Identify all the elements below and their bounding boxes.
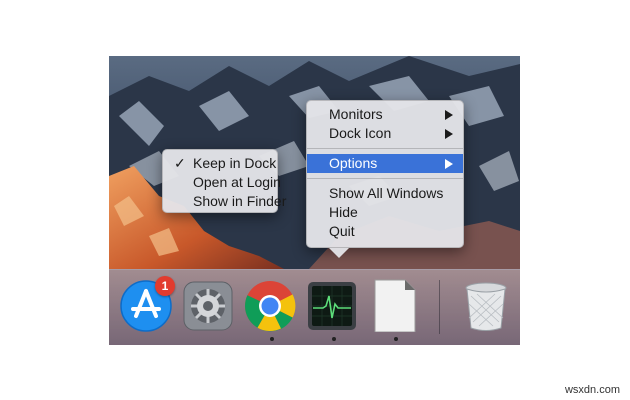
menu-item-label: Hide — [329, 204, 358, 220]
dock-item-activity-monitor[interactable] — [305, 278, 359, 332]
menu-separator — [307, 148, 463, 149]
dock-separator — [439, 280, 440, 334]
notification-badge: 1 — [155, 276, 175, 296]
submenu-item-open-at-login[interactable]: Open at Login — [163, 173, 281, 192]
menu-item-monitors[interactable]: Monitors — [307, 105, 463, 124]
submenu-item-keep-in-dock[interactable]: ✓ Keep in Dock — [163, 154, 277, 173]
dock-context-menu: Monitors Dock Icon Options Show All Wind… — [306, 100, 464, 248]
menu-item-quit[interactable]: Quit — [307, 222, 463, 241]
menu-item-label: Show in Finder — [193, 193, 287, 209]
menu-item-hide[interactable]: Hide — [307, 203, 463, 222]
submenu-arrow-icon — [445, 159, 453, 169]
menu-item-dock-icon[interactable]: Dock Icon — [307, 124, 463, 143]
menu-separator — [307, 178, 463, 179]
activity-monitor-icon — [308, 282, 356, 330]
menu-item-show-all-windows[interactable]: Show All Windows — [307, 184, 463, 203]
menu-item-label: Quit — [329, 223, 355, 239]
submenu-arrow-icon — [445, 129, 453, 139]
dock: 1 — [109, 269, 520, 345]
submenu-arrow-icon — [445, 110, 453, 120]
menu-item-label: Show All Windows — [329, 185, 444, 201]
dock-item-trash[interactable] — [459, 278, 513, 332]
chrome-icon — [244, 281, 296, 332]
dock-item-app-store[interactable]: 1 — [119, 276, 175, 332]
checkmark-icon: ✓ — [174, 155, 186, 171]
running-indicator — [270, 337, 274, 341]
running-indicator — [332, 337, 336, 341]
menu-item-label: Open at Login — [193, 174, 281, 190]
menu-item-label: Monitors — [329, 106, 383, 122]
trash-icon — [465, 282, 507, 331]
dock-item-system-preferences[interactable] — [181, 278, 235, 332]
system-preferences-icon — [183, 281, 233, 331]
submenu-item-show-in-finder[interactable]: Show in Finder — [163, 192, 286, 211]
menu-item-label: Options — [329, 155, 378, 171]
dock-item-libreoffice[interactable] — [367, 278, 421, 333]
options-submenu: ✓ Keep in Dock Open at Login Show in Fin… — [162, 149, 286, 213]
desktop-screenshot: 1 Monitors Dock Icon Options Show All Wi… — [109, 56, 520, 345]
menu-pointer-arrow — [329, 248, 349, 258]
dock-item-chrome[interactable] — [243, 278, 297, 332]
menu-item-label: Dock Icon — [329, 125, 392, 141]
libreoffice-icon — [374, 279, 416, 333]
menu-item-label: Keep in Dock — [193, 155, 277, 171]
watermark: wsxdn.com — [564, 384, 620, 396]
running-indicator — [394, 337, 398, 341]
menu-item-options[interactable]: Options — [307, 154, 463, 173]
